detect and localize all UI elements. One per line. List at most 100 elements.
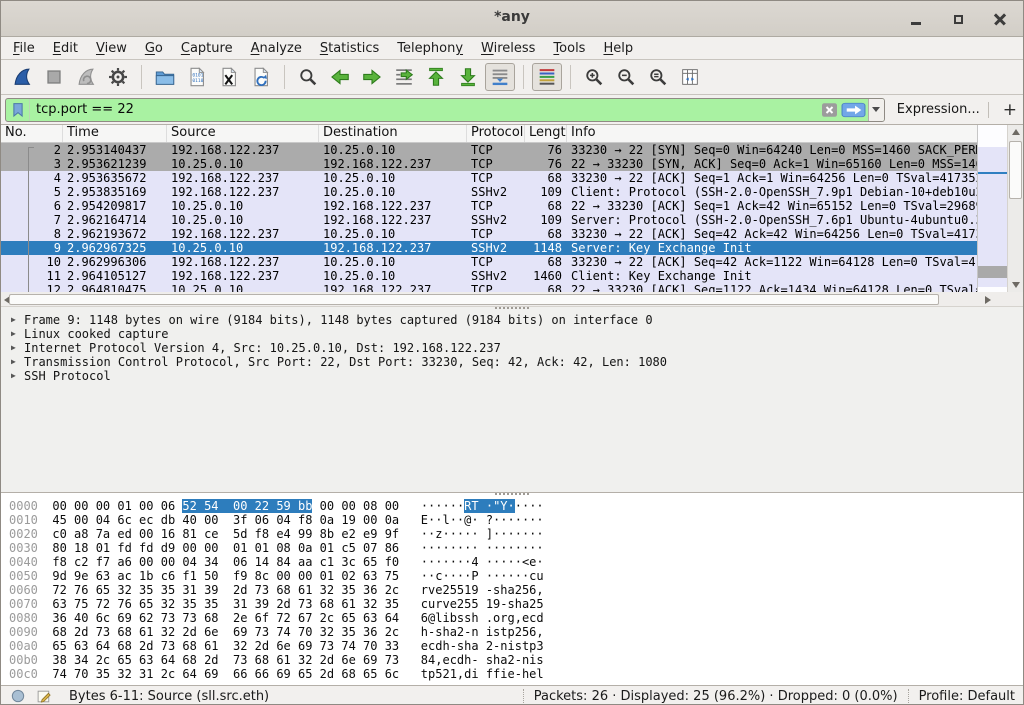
hex-row-0090[interactable]: 0090 68 2d 73 68 61 32 2d 6e 69 73 74 70… [1,625,1023,639]
menu-statistics[interactable]: Statistics [311,39,388,58]
packet-list-rows: 22.953140437192.168.122.23710.25.0.10TCP… [1,143,1007,292]
go-first-button[interactable] [421,63,451,91]
packet-detail-line-3[interactable]: ▶Transmission Control Protocol, Src Port… [1,355,1023,369]
menu-analyze[interactable]: Analyze [242,39,311,58]
packet-row-9[interactable]: 92.96296732510.25.0.10192.168.122.237SSH… [1,241,1007,255]
hex-row-0060[interactable]: 0060 72 76 65 32 35 35 31 39 2d 73 68 61… [1,583,1023,597]
menu-file[interactable]: File [4,39,44,58]
file-save-button[interactable]: 01010110 [182,63,212,91]
hex-row-00b0[interactable]: 00b0 38 34 2c 65 63 64 68 2d 73 68 61 32… [1,653,1023,667]
colorize-button[interactable] [532,63,562,91]
packet-row-11[interactable]: 112.964105127192.168.122.23710.25.0.10SS… [1,269,1007,283]
add-filter-button[interactable]: + [997,100,1023,120]
column-header-protocol[interactable]: Protocol [467,125,525,142]
filter-clear-button[interactable] [820,101,839,119]
menu-capture[interactable]: Capture [172,39,242,58]
expander-triangle-icon[interactable]: ▶ [8,355,24,369]
file-open-button[interactable] [150,63,180,91]
go-back-button[interactable] [325,63,355,91]
column-header-no[interactable]: No. [1,125,63,142]
menu-telephony[interactable]: Telephony [388,39,472,58]
capture-options-button[interactable] [103,63,133,91]
packet-row-10[interactable]: 102.962996306192.168.122.23710.25.0.10TC… [1,255,1007,269]
capture-comment-icon[interactable] [33,687,55,705]
auto-scroll-button[interactable] [485,63,515,91]
close-button[interactable] [991,10,1009,28]
menu-wireless[interactable]: Wireless [472,39,544,58]
packet-row-6[interactable]: 62.95420981710.25.0.10192.168.122.237TCP… [1,199,1007,213]
packet-list-vertical-scrollbar[interactable] [1007,125,1023,292]
expander-triangle-icon[interactable]: ▶ [8,341,24,355]
status-profile[interactable]: Profile: Default [919,689,1015,704]
menu-tools[interactable]: Tools [544,39,594,58]
capture-start-button[interactable] [7,63,37,91]
packet-detail-line-1[interactable]: ▶Linux cooked capture [1,327,1023,341]
zoom-in-button[interactable] [579,63,609,91]
filter-apply-button[interactable] [841,101,866,119]
packet-list-horizontal-scrollbar[interactable] [1,292,1023,307]
zoom-in-icon [583,66,605,88]
filterbar-separator [988,102,989,118]
bookmark-icon[interactable] [6,99,30,121]
zoom-original-button[interactable] [643,63,673,91]
filter-dropdown-button[interactable] [868,99,884,121]
go-last-button[interactable] [453,63,483,91]
menu-help[interactable]: Help [594,39,642,58]
pane-splitter-handle[interactable] [495,493,529,495]
hex-row-0040[interactable]: 0040 f8 c2 f7 a6 00 00 04 34 06 14 84 aa… [1,555,1023,569]
packet-row-2[interactable]: 22.953140437192.168.122.23710.25.0.10TCP… [1,143,1007,157]
zoom-out-button[interactable] [611,63,641,91]
scroll-down-arrow[interactable] [1008,278,1023,292]
scroll-up-arrow[interactable] [1008,125,1023,139]
expander-triangle-icon[interactable]: ▶ [8,369,24,383]
packet-row-12[interactable]: 122.96481047510.25.0.10192.168.122.237TC… [1,283,1007,292]
hex-row-0070[interactable]: 0070 63 75 72 76 65 32 35 35 31 39 2d 73… [1,597,1023,611]
column-header-destination[interactable]: Destination [319,125,467,142]
hex-row-0010[interactable]: 0010 45 00 04 6c ec db 40 00 3f 06 04 f8… [1,513,1023,527]
packet-row-7[interactable]: 72.96216471410.25.0.10192.168.122.237SSH… [1,213,1007,227]
file-reload-button[interactable] [246,63,276,91]
packet-row-3[interactable]: 32.95362123910.25.0.10192.168.122.237TCP… [1,157,1007,171]
column-header-length[interactable]: Length [525,125,567,142]
go-to-packet-icon [393,66,415,88]
packet-detail-line-4[interactable]: ▶SSH Protocol [1,369,1023,383]
packet-row-5[interactable]: 52.953835169192.168.122.23710.25.0.10SSH… [1,185,1007,199]
expert-info-icon[interactable] [7,687,29,705]
packet-detail-line-2[interactable]: ▶Internet Protocol Version 4, Src: 10.25… [1,341,1023,355]
expander-triangle-icon[interactable]: ▶ [8,327,24,341]
intelligent-scrollbar-minimap[interactable] [977,125,1007,292]
column-header-info[interactable]: Info [567,125,1007,142]
packet-detail-line-0[interactable]: ▶Frame 9: 1148 bytes on wire (9184 bits)… [1,313,1023,327]
maximize-button[interactable] [949,10,967,28]
menu-view[interactable]: View [87,39,136,58]
file-close-button[interactable] [214,63,244,91]
display-filter-input[interactable]: tcp.port == 22 [5,98,885,122]
resize-columns-button[interactable] [675,63,705,91]
find-packet-button[interactable] [293,63,323,91]
pane-splitter-handle[interactable] [495,307,529,309]
packet-row-4[interactable]: 42.953635672192.168.122.23710.25.0.10TCP… [1,171,1007,185]
column-header-time[interactable]: Time [63,125,167,142]
toolbar-separator [570,65,571,89]
expression-button[interactable]: Expression... [897,102,980,117]
horizontal-scroll-thumb[interactable] [9,294,939,305]
go-to-packet-button[interactable] [389,63,419,91]
hex-row-0030[interactable]: 0030 80 18 01 fd fd d9 00 00 01 01 08 0a… [1,541,1023,555]
vertical-scroll-thumb[interactable] [1009,141,1022,199]
go-forward-button[interactable] [357,63,387,91]
hex-row-0050[interactable]: 0050 9d 9e 63 ac 1b c6 f1 50 f9 8c 00 00… [1,569,1023,583]
hex-row-0080[interactable]: 0080 36 40 6c 69 62 73 73 68 2e 6f 72 67… [1,611,1023,625]
packet-row-8[interactable]: 82.962193672192.168.122.23710.25.0.10TCP… [1,227,1007,241]
column-header-source[interactable]: Source [167,125,319,142]
menu-edit[interactable]: Edit [44,39,87,58]
toolbar-separator [141,65,142,89]
hex-row-0020[interactable]: 0020 c0 a8 7a ed 00 16 81 ce 5d f8 e4 99… [1,527,1023,541]
menu-go[interactable]: Go [136,39,172,58]
expander-triangle-icon[interactable]: ▶ [8,313,24,327]
minimize-button[interactable] [907,10,925,28]
hex-row-0000[interactable]: 0000 00 00 00 01 00 06 52 54 00 22 59 bb… [1,499,1023,513]
hex-row-00c0[interactable]: 00c0 74 70 35 32 31 2c 64 69 66 66 69 65… [1,667,1023,681]
svg-text:0101: 0101 [192,73,203,79]
scroll-right-arrow[interactable] [985,296,991,304]
hex-row-00a0[interactable]: 00a0 65 63 64 68 2d 73 68 61 32 2d 6e 69… [1,639,1023,653]
